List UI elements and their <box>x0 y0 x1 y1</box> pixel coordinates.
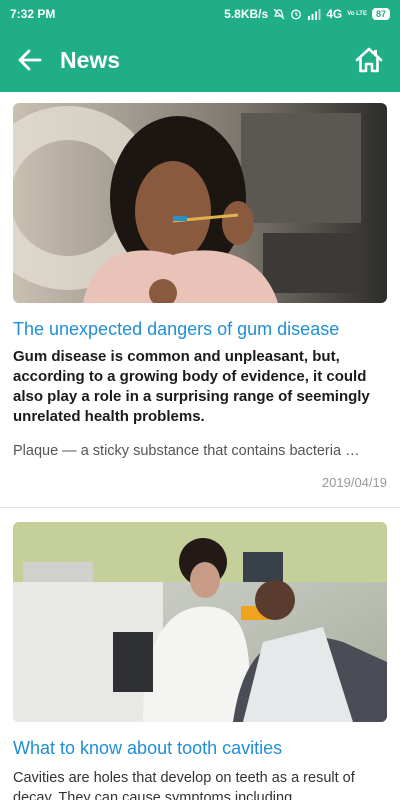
volte-indicator: Vo LTE <box>347 11 367 17</box>
woman-brushing-teeth-photo[interactable] <box>13 103 387 303</box>
back-button[interactable] <box>16 46 44 74</box>
signal-icon <box>308 9 321 20</box>
network-type: 4G <box>326 7 343 21</box>
article-excerpt: Plaque — a sticky substance that contain… <box>13 443 360 459</box>
app-bar: News <box>0 28 400 92</box>
article-summary: Gum disease is common and unpleasant, bu… <box>13 348 370 425</box>
article-title[interactable]: The unexpected dangers of gum disease <box>13 317 387 341</box>
page-title: News <box>60 46 121 73</box>
alarm-icon <box>291 9 302 20</box>
dentist-with-patient-photo[interactable] <box>13 522 387 722</box>
article-excerpt: Cavities are holes that develop on teeth… <box>13 770 355 800</box>
status-icons: 5.8KB/s 4G Vo LTE 87 <box>224 7 390 21</box>
article-title[interactable]: What to know about tooth cavities <box>13 736 387 760</box>
status-time: 7:32 PM <box>10 7 56 21</box>
home-icon <box>355 47 383 73</box>
mute-icon <box>273 8 285 20</box>
battery-icon: 87 <box>371 8 390 20</box>
article-card[interactable]: The unexpected dangers of gum disease Gu… <box>0 92 400 508</box>
article-card[interactable]: What to know about tooth cavities Caviti… <box>0 508 400 800</box>
home-button[interactable] <box>354 45 384 75</box>
status-bar: 7:32 PM 5.8KB/s 4G Vo LTE 87 <box>0 0 400 28</box>
article-date: 2019/04/19 <box>321 475 387 490</box>
news-feed: The unexpected dangers of gum disease Gu… <box>0 92 400 800</box>
network-speed: 5.8KB/s <box>224 7 269 21</box>
arrow-left-icon <box>18 49 42 71</box>
